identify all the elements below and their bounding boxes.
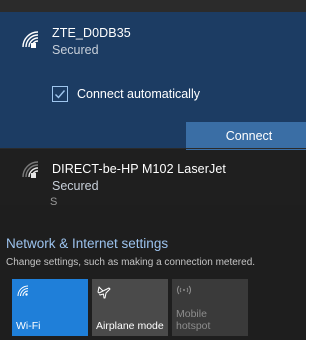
hotspot-icon	[176, 284, 192, 300]
wifi-secured-icon	[20, 159, 42, 181]
wifi-toggle-tile[interactable]: Wi-Fi	[12, 279, 88, 336]
network-name: ZTE_D0DB35	[52, 26, 131, 40]
connect-automatically-label: Connect automatically	[77, 87, 200, 101]
network-status: Secured	[52, 43, 99, 57]
checkmark-icon	[55, 90, 66, 99]
selected-network-item[interactable]: ZTE_D0DB35 Secured Connect automatically…	[0, 12, 306, 150]
network-name: DIRECT-be-HP M102 LaserJet	[52, 162, 226, 176]
network-list-item[interactable]: DIRECT-be-HP M102 LaserJet Secured	[0, 152, 306, 200]
network-flyout: ZTE_D0DB35 Secured Connect automatically…	[0, 0, 306, 340]
airplane-mode-tile[interactable]: Airplane mode	[92, 279, 168, 336]
wifi-tile-label: Wi-Fi	[16, 320, 41, 332]
connect-automatically-checkbox[interactable]	[52, 86, 68, 102]
network-status: Secured	[52, 179, 99, 193]
wifi-icon	[16, 284, 30, 303]
network-settings-link[interactable]: Network & Internet settings	[6, 236, 168, 251]
mobile-hotspot-label-line2: hotspot	[176, 320, 211, 332]
wifi-secured-icon	[20, 29, 42, 51]
settings-area: Network & Internet settings Change setti…	[0, 205, 306, 340]
airplane-mode-label: Airplane mode	[96, 320, 164, 332]
airplane-icon	[96, 284, 112, 305]
divider	[0, 148, 306, 149]
connect-button[interactable]: Connect	[186, 122, 306, 150]
network-settings-description: Change settings, such as making a connec…	[6, 257, 256, 268]
mobile-hotspot-tile[interactable]: Mobile hotspot	[172, 279, 248, 336]
mobile-hotspot-label-line1: Mobile	[176, 308, 207, 320]
